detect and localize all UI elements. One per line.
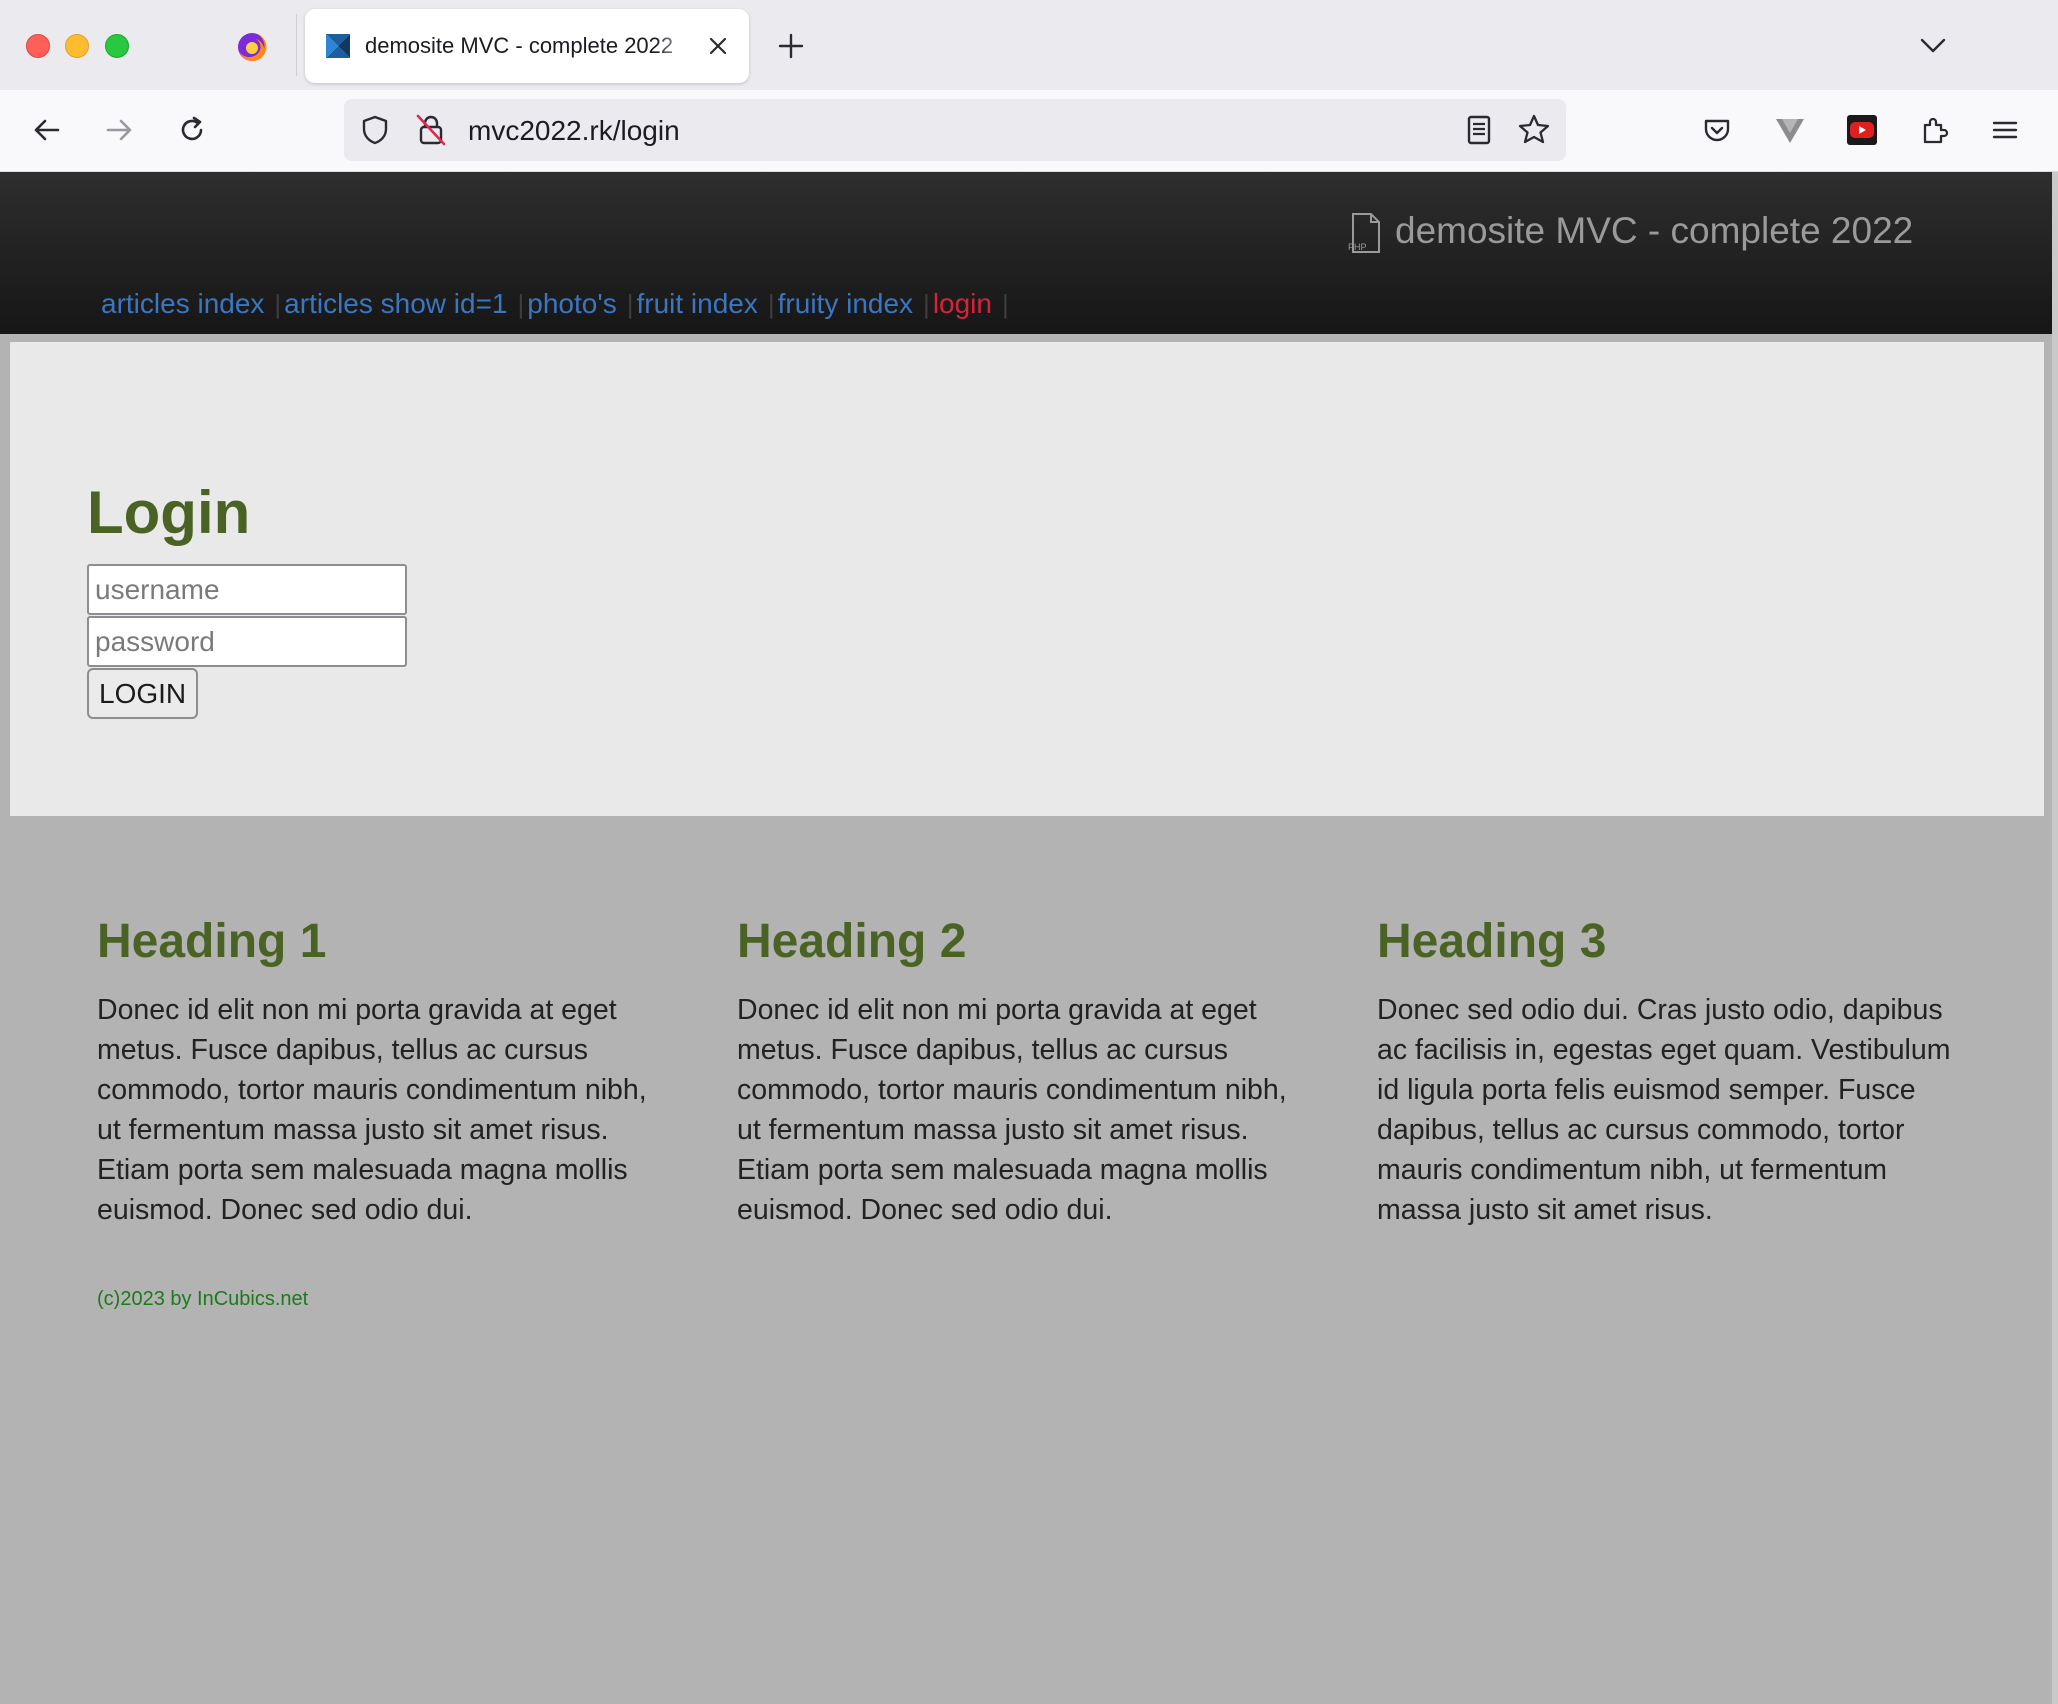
zoom-window-button[interactable] [105,34,129,58]
insecure-lock-icon[interactable] [414,112,448,148]
menu-item-photos[interactable]: photo's [526,288,626,320]
column-text: Donec id elit non mi porta gravida at eg… [737,994,1287,1226]
login-heading: Login [87,479,251,546]
browser-nav-bar: mvc2022.rk/login [0,90,2058,172]
url-text[interactable]: mvc2022.rk/login [468,115,680,147]
svg-text:PHP: PHP [1348,242,1367,252]
site-header: PHP demosite MVC - complete 2022 article… [0,172,2052,334]
forward-arrow-icon[interactable] [102,113,136,147]
column-heading: Heading 1 [97,915,327,968]
back-arrow-icon[interactable] [30,113,64,147]
menu-separator: | [274,288,282,319]
firefox-icon[interactable] [236,31,268,63]
new-tab-icon[interactable] [776,31,806,61]
menu-separator: | [767,288,775,319]
menu-item-fruit-index[interactable]: fruit index [635,288,767,320]
close-icon[interactable] [705,33,731,59]
star-icon[interactable] [1516,112,1552,148]
menu-separator: | [517,288,525,319]
menu-item-fruity-index[interactable]: fruity index [777,288,923,320]
youtube-extension-icon[interactable] [1845,113,1879,147]
content-column-2: Heading 2 Donec id elit non mi porta gra… [737,912,1317,1230]
menu-item-articles-index[interactable]: articles index [100,288,274,320]
puzzle-icon[interactable] [1917,113,1951,147]
login-panel: Login LOGIN [10,342,2044,816]
column-text: Donec sed odio dui. Cras justo odio, dap… [1377,994,1951,1226]
menu-separator: | [923,288,930,319]
reader-view-icon[interactable] [1462,113,1496,147]
minimize-window-button[interactable] [65,34,89,58]
tab-separator [296,14,297,76]
close-window-button[interactable] [26,34,50,58]
menu-separator: | [1001,288,1009,319]
window-edge [2052,172,2058,1704]
reload-icon[interactable] [175,113,209,147]
chevron-down-icon[interactable] [1918,33,1948,57]
pocket-icon[interactable] [1700,113,1734,147]
footer-copyright: (c)2023 by InCubics.net [97,1288,309,1310]
column-heading: Heading 3 [1377,915,1607,968]
site-favicon-icon [326,34,350,58]
column-text: Donec id elit non mi porta gravida at eg… [97,994,647,1226]
php-file-icon: PHP [1348,213,1380,253]
shield-icon[interactable] [358,113,392,147]
v-extension-icon[interactable] [1773,113,1807,147]
login-button[interactable]: LOGIN [87,668,199,719]
password-input[interactable] [87,616,407,667]
address-bar[interactable]: mvc2022.rk/login [344,99,1566,161]
menu-item-articles-show[interactable]: articles show id=1 [283,288,517,320]
main-menu: articles index | articles show id=1 | phot… [100,284,1011,324]
menu-separator: | [626,288,634,319]
tab-title: demosite MVC - complete 2022 [365,33,674,58]
username-input[interactable] [87,564,407,615]
hamburger-menu-icon[interactable] [1988,113,2022,147]
site-title: demosite MVC - complete 2022 [1395,210,1914,251]
active-tab[interactable]: demosite MVC - complete 2022 [305,9,749,83]
column-heading: Heading 2 [737,915,967,968]
browser-tab-bar: demosite MVC - complete 2022 [0,0,2058,90]
menu-item-login[interactable]: login [932,288,1002,320]
content-column-3: Heading 3 Donec sed odio dui. Cras justo… [1377,912,1957,1230]
content-column-1: Heading 1 Donec id elit non mi porta gra… [97,912,677,1230]
